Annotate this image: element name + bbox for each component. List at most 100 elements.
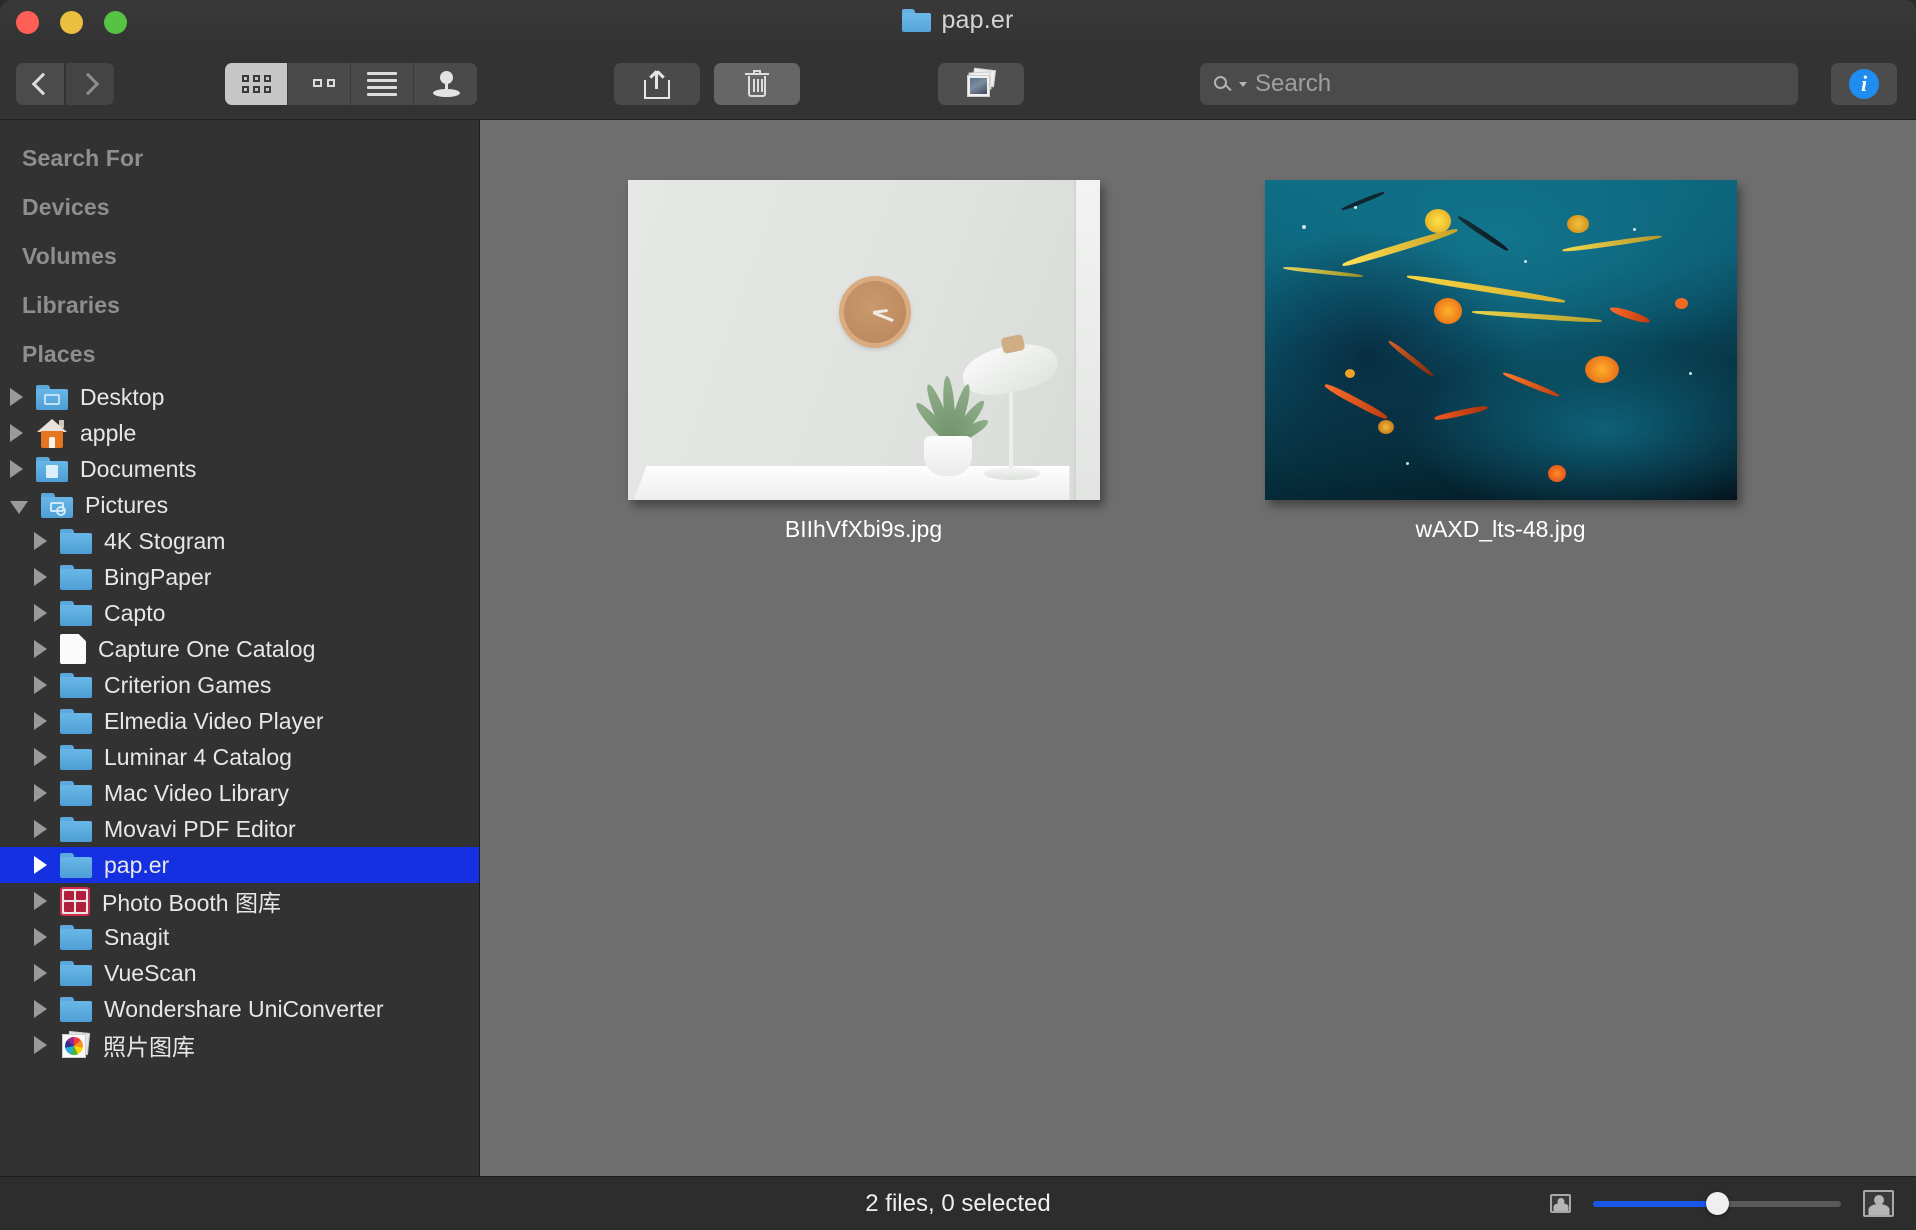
- share-button[interactable]: [614, 63, 700, 105]
- finder-window: pap.er Search i Search For Devices Volum…: [0, 0, 1916, 1230]
- disclosure-triangle-icon[interactable]: [34, 568, 47, 586]
- sidebar-item-label: Snagit: [104, 923, 170, 950]
- slideshow-button[interactable]: [938, 63, 1024, 105]
- sidebar-item-label: Luminar 4 Catalog: [104, 743, 292, 770]
- sidebar-item-label: Capture One Catalog: [98, 635, 316, 662]
- sidebar-section-places: Places: [22, 341, 96, 367]
- gallery-view-button[interactable]: [414, 63, 477, 105]
- sidebar-item-desktop[interactable]: Desktop: [0, 379, 479, 415]
- disclosure-triangle-icon[interactable]: [34, 748, 47, 766]
- toolbar: Search i: [0, 46, 1916, 120]
- sidebar-item-label: apple: [80, 419, 137, 446]
- sidebar-section-search-for: Search For: [22, 145, 144, 171]
- folder-documents-icon: [36, 456, 68, 482]
- sidebar-item-4k-stogram[interactable]: 4K Stogram: [0, 523, 479, 559]
- icon-view-button[interactable]: [225, 63, 288, 105]
- trash-icon: [745, 70, 769, 98]
- disclosure-triangle-icon[interactable]: [34, 856, 47, 874]
- large-thumbnail-icon[interactable]: [1863, 1190, 1894, 1217]
- photobooth-icon: [60, 886, 90, 916]
- list-icon: [367, 72, 397, 96]
- sidebar-item-label: 照片图库: [103, 1034, 195, 1060]
- file-item[interactable]: BIIhVfXbi9s.jpg: [626, 180, 1101, 543]
- column-view-button[interactable]: [288, 63, 351, 105]
- sidebar-item-bingpaper[interactable]: BingPaper: [0, 559, 479, 595]
- sidebar-item-label: Elmedia Video Player: [104, 707, 324, 734]
- sidebar-item-elmedia-video-player[interactable]: Elmedia Video Player: [0, 703, 479, 739]
- sidebar-item-label: Documents: [80, 455, 197, 482]
- sidebar-item-documents[interactable]: Documents: [0, 451, 479, 487]
- sidebar[interactable]: Search For Devices Volumes Libraries Pla…: [0, 120, 480, 1230]
- sidebar-item-label: Capto: [104, 599, 166, 626]
- columns-icon: [303, 65, 335, 104]
- sidebar-item-paper[interactable]: pap.er: [0, 847, 479, 883]
- sidebar-item-luminar-4-catalog[interactable]: Luminar 4 Catalog: [0, 739, 479, 775]
- list-view-button[interactable]: [351, 63, 414, 105]
- disclosure-triangle-icon[interactable]: [34, 820, 47, 838]
- info-button[interactable]: i: [1831, 63, 1897, 105]
- zoom-slider[interactable]: [1593, 1191, 1841, 1215]
- disclosure-triangle-icon[interactable]: [34, 712, 47, 730]
- sidebar-item-wondershare-uniconverter[interactable]: Wondershare UniConverter: [0, 991, 479, 1027]
- file-grid-area[interactable]: BIIhVfXbi9s.jpg wAXD_lts-48.jpg: [480, 120, 1916, 1230]
- back-button[interactable]: [16, 63, 64, 105]
- sidebar-item-capto[interactable]: Capto: [0, 595, 479, 631]
- thumbnail-wrapper: [626, 180, 1101, 500]
- thumbnail-wrapper: [1263, 180, 1738, 500]
- chevron-down-icon[interactable]: [1239, 81, 1247, 87]
- sidebar-section-devices: Devices: [22, 194, 110, 220]
- share-icon: [644, 69, 670, 99]
- disclosure-triangle-icon[interactable]: [10, 500, 28, 514]
- disclosure-triangle-icon[interactable]: [10, 460, 23, 478]
- disclosure-triangle-icon[interactable]: [34, 532, 47, 550]
- sidebar-item-label: 4K Stogram: [104, 527, 226, 554]
- sidebar-item-movavi-pdf-editor[interactable]: Movavi PDF Editor: [0, 811, 479, 847]
- sidebar-item-apple[interactable]: apple: [0, 415, 479, 451]
- sidebar-item-photos-library[interactable]: 照片图库: [0, 1027, 479, 1063]
- sidebar-item-snagit[interactable]: Snagit: [0, 919, 479, 955]
- disclosure-triangle-icon[interactable]: [34, 1036, 47, 1054]
- disclosure-triangle-icon[interactable]: [34, 892, 47, 910]
- sidebar-item-label: VueScan: [104, 959, 197, 986]
- delete-button[interactable]: [714, 63, 800, 105]
- sidebar-item-pictures[interactable]: Pictures: [0, 487, 479, 523]
- view-mode-segmented-control: [225, 63, 477, 105]
- page-title: pap.er: [941, 6, 1014, 34]
- sidebar-item-label: Criterion Games: [104, 671, 272, 698]
- zoom-controls: [1550, 1190, 1894, 1217]
- search-placeholder: Search: [1255, 70, 1332, 97]
- disclosure-triangle-icon[interactable]: [34, 784, 47, 802]
- document-icon: [60, 634, 86, 664]
- disclosure-triangle-icon[interactable]: [10, 388, 23, 406]
- disclosure-triangle-icon[interactable]: [34, 640, 47, 658]
- sidebar-section-volumes: Volumes: [22, 243, 117, 269]
- folder-icon: [60, 816, 92, 842]
- folder-icon: [60, 744, 92, 770]
- sidebar-item-mac-video-library[interactable]: Mac Video Library: [0, 775, 479, 811]
- info-icon: i: [1849, 69, 1879, 99]
- sidebar-item-photo-booth-library[interactable]: Photo Booth 图库: [0, 883, 479, 919]
- search-field[interactable]: Search: [1200, 63, 1798, 105]
- magnifier-icon: [1214, 75, 1232, 93]
- sidebar-item-vuescan[interactable]: VueScan: [0, 955, 479, 991]
- interior-clock-plant-lamp-photo[interactable]: [627, 180, 1100, 500]
- sidebar-item-capture-one-catalog[interactable]: Capture One Catalog: [0, 631, 479, 667]
- folder-icon: [60, 780, 92, 806]
- file-item[interactable]: wAXD_lts-48.jpg: [1263, 180, 1738, 543]
- folder-desktop-icon: [36, 384, 68, 410]
- folder-pictures-icon: [41, 492, 73, 518]
- small-thumbnail-icon[interactable]: [1550, 1194, 1571, 1213]
- forward-button[interactable]: [66, 63, 114, 105]
- disclosure-triangle-icon[interactable]: [34, 964, 47, 982]
- sidebar-item-criterion-games[interactable]: Criterion Games: [0, 667, 479, 703]
- disclosure-triangle-icon[interactable]: [34, 676, 47, 694]
- folder-icon: [902, 9, 932, 32]
- window-title-group: pap.er: [0, 6, 1916, 35]
- abstract-teal-paint-splatter-photo[interactable]: [1264, 180, 1737, 500]
- disclosure-triangle-icon[interactable]: [10, 424, 23, 442]
- disclosure-triangle-icon[interactable]: [34, 604, 47, 622]
- disclosure-triangle-icon[interactable]: [34, 928, 47, 946]
- disclosure-triangle-icon[interactable]: [34, 1000, 47, 1018]
- folder-icon: [60, 564, 92, 590]
- zoom-slider-handle[interactable]: [1706, 1191, 1729, 1215]
